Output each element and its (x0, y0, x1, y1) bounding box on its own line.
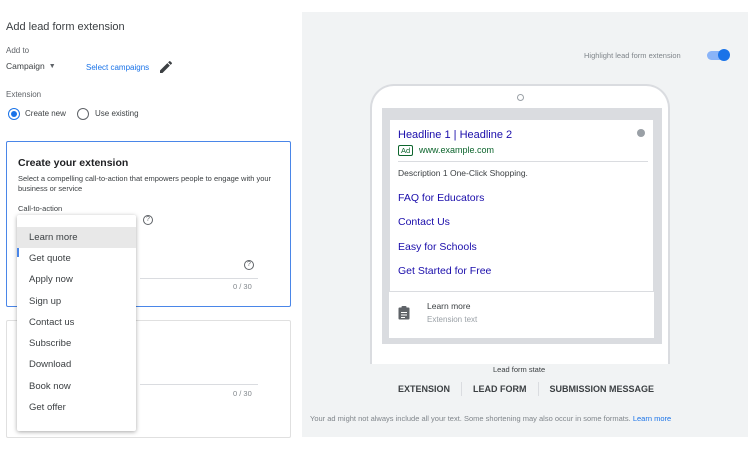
divider (398, 161, 648, 162)
ad-description: Description 1 One-Click Shopping. (398, 168, 528, 178)
tab-submission-message[interactable]: SUBMISSION MESSAGE (539, 384, 666, 394)
input-underline (140, 384, 258, 385)
tab-lead-form[interactable]: LEAD FORM (462, 384, 538, 394)
use-existing-label[interactable]: Use existing (95, 109, 139, 118)
create-extension-title: Create your extension (18, 157, 129, 169)
use-existing-radio[interactable] (77, 108, 89, 120)
highlight-toggle[interactable] (705, 48, 730, 62)
sitelink-easy: Easy for Schools (398, 241, 477, 253)
help-icon[interactable]: ? (143, 215, 153, 225)
ad-badge: Ad (398, 145, 414, 156)
campaign-select-value: Campaign (6, 61, 45, 71)
extension-cta: Learn more (427, 301, 471, 311)
sitelink-contact: Contact Us (398, 216, 450, 228)
info-icon[interactable] (637, 129, 645, 137)
dropdown-option-sign-up[interactable]: Sign up (17, 291, 136, 312)
create-new-label[interactable]: Create new (25, 109, 66, 118)
page-title: Add lead form extension (6, 21, 125, 33)
create-new-radio[interactable] (8, 108, 20, 120)
tab-extension[interactable]: EXTENSION (398, 384, 461, 394)
footer-note-text: Your ad might not always include all you… (310, 414, 631, 423)
dropdown-option-book-now[interactable]: Book now (17, 376, 136, 397)
lead-form-state-label: Lead form state (493, 365, 546, 374)
sitelink-get-started: Get Started for Free (398, 265, 492, 277)
learn-more-link[interactable]: Learn more (633, 414, 671, 423)
call-to-action-label: Call-to-action (18, 204, 63, 213)
character-counter: 0 / 30 (233, 389, 252, 398)
help-icon[interactable]: ? (244, 260, 254, 270)
call-to-action-dropdown[interactable]: Learn more Get quote Apply now Sign up C… (17, 215, 136, 431)
lead-form-state-tabs: EXTENSION LEAD FORM SUBMISSION MESSAGE (398, 382, 665, 396)
chevron-down-icon: ▼ (48, 62, 56, 70)
dropdown-option-contact-us[interactable]: Contact us (17, 312, 136, 333)
select-campaigns-link[interactable]: Select campaigns (86, 63, 149, 72)
highlight-toggle-label: Highlight lead form extension (584, 51, 681, 60)
dropdown-option-subscribe[interactable]: Subscribe (17, 333, 136, 354)
extension-text: Extension text (427, 315, 478, 324)
dropdown-option-get-quote[interactable]: Get quote (17, 248, 136, 269)
extension-label: Extension (6, 90, 42, 99)
dropdown-option-download[interactable]: Download (17, 354, 136, 375)
pencil-icon[interactable] (158, 59, 174, 75)
add-to-label: Add to (6, 46, 30, 55)
dropdown-option-learn-more[interactable]: Learn more (17, 227, 136, 248)
campaign-select[interactable]: Campaign ▼ (6, 61, 56, 71)
character-counter: 0 / 30 (233, 282, 252, 291)
input-underline (140, 278, 258, 279)
footer-note: Your ad might not always include all you… (310, 414, 671, 423)
dropdown-option-apply-now[interactable]: Apply now (17, 269, 136, 290)
ad-headline: Headline 1 | Headline 2 (398, 129, 513, 141)
ad-display-url: www.example.com (419, 145, 495, 155)
form-icon (398, 306, 410, 320)
toggle-knob (718, 49, 730, 61)
dropdown-option-get-offer[interactable]: Get offer (17, 397, 136, 418)
phone-camera-icon (517, 94, 524, 101)
sitelink-faq: FAQ for Educators (398, 192, 485, 204)
create-extension-description: Select a compelling call-to-action that … (18, 174, 272, 193)
